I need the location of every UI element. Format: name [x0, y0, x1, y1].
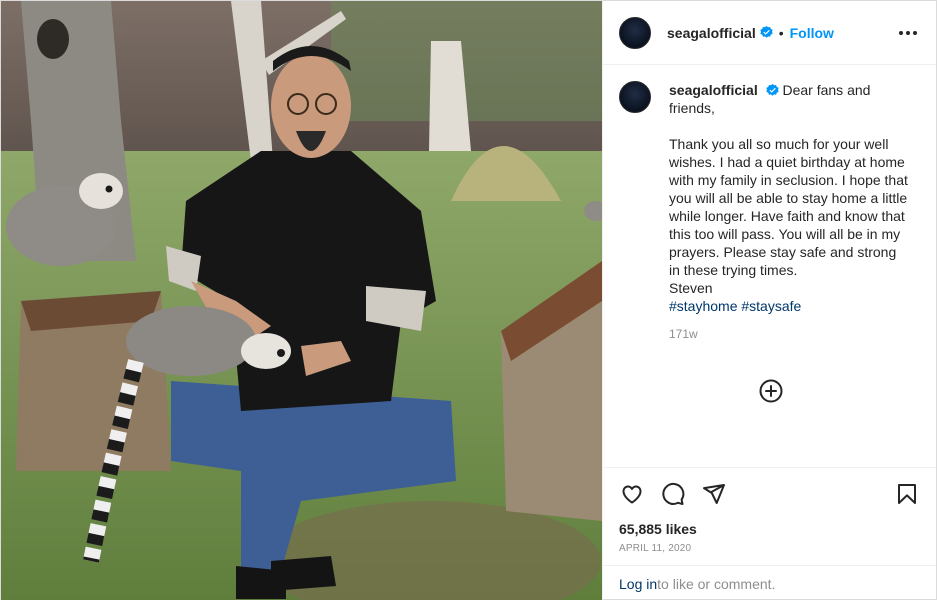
comments-area: seagalofficial Dear fans and friends, Th…: [603, 65, 936, 467]
login-prompt-text: to like or comment.: [657, 575, 776, 592]
avatar[interactable]: [619, 16, 651, 49]
caption-row: seagalofficial Dear fans and friends, Th…: [619, 81, 920, 343]
heart-icon: [622, 485, 642, 503]
verified-badge-icon: [765, 84, 779, 96]
username-link[interactable]: seagalofficial: [667, 25, 756, 41]
like-button[interactable]: [619, 481, 645, 507]
post-side-panel: seagalofficial • Follow seagalofficial D…: [602, 1, 936, 600]
bookmark-icon: [898, 483, 916, 504]
caption-timestamp[interactable]: 171w: [669, 325, 909, 343]
follow-button[interactable]: Follow: [790, 25, 834, 41]
caption-text: Dear fans and friends, Thank you all so …: [669, 82, 908, 296]
verified-badge-icon: [760, 26, 773, 38]
send-icon: [703, 483, 725, 504]
post-header: seagalofficial • Follow: [603, 1, 936, 65]
instagram-post: seagalofficial • Follow seagalofficial D…: [0, 0, 937, 600]
post-date[interactable]: APRIL 11, 2020: [603, 541, 936, 561]
plus-circle-icon: [759, 379, 783, 403]
more-options-button[interactable]: [896, 21, 920, 45]
hashtags: #stayhome #staysafe: [669, 297, 909, 315]
load-more-comments-button[interactable]: [759, 379, 783, 403]
caption-avatar[interactable]: [619, 81, 651, 113]
caption-username[interactable]: seagalofficial: [669, 82, 758, 98]
hashtag-link[interactable]: #stayhome: [669, 298, 737, 314]
hashtag-link[interactable]: #staysafe: [741, 298, 801, 314]
login-link[interactable]: Log in: [619, 576, 657, 592]
comment-button[interactable]: [660, 481, 686, 507]
post-photo[interactable]: [1, 1, 602, 600]
share-button[interactable]: [701, 481, 727, 507]
separator-dot: •: [778, 24, 784, 41]
caption: seagalofficial Dear fans and friends, Th…: [669, 81, 909, 343]
like-count[interactable]: 65,885 likes: [603, 519, 936, 539]
action-bar: [603, 467, 936, 519]
more-options-icon: [899, 30, 917, 35]
post-photo-scene: [1, 1, 602, 600]
save-button[interactable]: [894, 481, 920, 507]
login-prompt: Log in to like or comment.: [603, 565, 936, 600]
comment-icon: [662, 482, 685, 505]
